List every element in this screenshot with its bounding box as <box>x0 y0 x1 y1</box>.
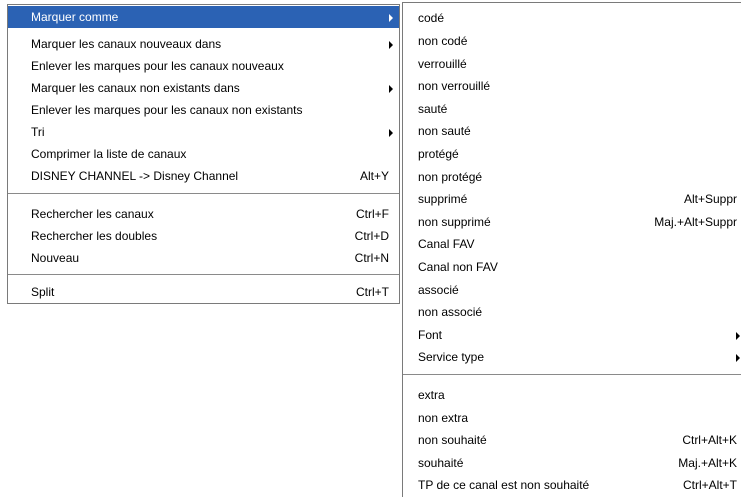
menu-item-label: Marquer comme <box>31 10 119 24</box>
menu-item-label: TP de ce canal est non souhaité <box>418 478 590 492</box>
menu-item-label: Nouveau <box>31 251 80 265</box>
submenu-item-font[interactable]: Font <box>403 324 741 346</box>
menu-item-label: souhaité <box>418 456 464 470</box>
submenu-item-non-protege[interactable]: non protégé <box>403 166 741 188</box>
menu-item-label: non supprimé <box>418 215 491 229</box>
submenu-item-non-supprime[interactable]: non supprimé Maj.+Alt+Suppr <box>403 211 741 233</box>
menu-item-label: Canal non FAV <box>418 260 498 274</box>
menu-item-disney-channel[interactable]: DISNEY CHANNEL -> Disney Channel Alt+Y <box>8 165 399 187</box>
submenu-item-service-type[interactable]: Service type <box>403 346 741 368</box>
shortcut-label: Ctrl+N <box>354 251 389 265</box>
menu-item-label: supprimé <box>418 192 468 206</box>
submenu-item-extra[interactable]: extra <box>403 384 741 406</box>
submenu-item-protege[interactable]: protégé <box>403 143 741 165</box>
submenu-arrow-icon <box>389 41 393 49</box>
menu-item-label: Enlever les marques pour les canaux nouv… <box>31 59 284 73</box>
menu-item-label: DISNEY CHANNEL -> Disney Channel <box>31 169 239 183</box>
menu-item-label: Split <box>31 285 55 299</box>
submenu-item-non-saute[interactable]: non sauté <box>403 120 741 142</box>
submenu-item-associe[interactable]: associé <box>403 279 741 301</box>
menu-item-marquer-comme[interactable]: Marquer comme <box>8 6 399 28</box>
submenu-item-non-souhaite[interactable]: non souhaité Ctrl+Alt+K <box>403 429 741 451</box>
menu-item-label: Service type <box>418 350 485 364</box>
menu-item-label: codé <box>418 11 445 25</box>
menu-item-label: Marquer les canaux non existants dans <box>31 81 240 95</box>
menu-item-nouveau[interactable]: Nouveau Ctrl+N <box>8 247 399 269</box>
menu-item-label: non verrouillé <box>418 79 491 93</box>
shortcut-label: Ctrl+Alt+T <box>682 478 737 492</box>
menu-item-rechercher-doubles[interactable]: Rechercher les doubles Ctrl+D <box>8 225 399 247</box>
menu-item-label: verrouillé <box>418 57 467 71</box>
submenu-arrow-icon <box>736 354 740 362</box>
menu-item-label: protégé <box>418 147 459 161</box>
menu-item-comprimer[interactable]: Comprimer la liste de canaux <box>8 143 399 165</box>
submenu-item-non-extra[interactable]: non extra <box>403 407 741 429</box>
submenu-item-tp-non-souhaite[interactable]: TP de ce canal est non souhaité Ctrl+Alt… <box>403 474 741 496</box>
menu-item-enlever-nouveaux[interactable]: Enlever les marques pour les canaux nouv… <box>8 55 399 77</box>
menu-item-label: Enlever les marques pour les canaux non … <box>31 103 303 117</box>
submenu-item-non-code[interactable]: non codé <box>403 30 741 52</box>
submenu-arrow-icon <box>736 332 740 340</box>
submenu-item-souhaite[interactable]: souhaité Maj.+Alt+K <box>403 452 741 474</box>
menu-item-rechercher-canaux[interactable]: Rechercher les canaux Ctrl+F <box>8 203 399 225</box>
submenu-item-canal-fav[interactable]: Canal FAV <box>403 233 741 255</box>
menu-item-label: Marquer les canaux nouveaux dans <box>31 37 222 51</box>
shortcut-label: Ctrl+T <box>356 285 389 299</box>
menu-item-label: Canal FAV <box>418 237 475 251</box>
menu-item-marquer-non-existants[interactable]: Marquer les canaux non existants dans <box>8 77 399 99</box>
submenu-item-supprime[interactable]: supprimé Alt+Suppr <box>403 188 741 210</box>
menu-item-label: non codé <box>418 34 468 48</box>
shortcut-label: Maj.+Alt+K <box>678 456 737 470</box>
menu-item-label: non associé <box>418 305 483 319</box>
context-menu: Marquer comme Marquer les canaux nouveau… <box>7 4 400 304</box>
menu-item-label: non extra <box>418 411 469 425</box>
menu-item-label: sauté <box>418 102 448 116</box>
submenu-arrow-icon <box>389 129 393 137</box>
menu-separator <box>403 374 741 375</box>
menu-item-label: non sauté <box>418 124 471 138</box>
menu-item-label: Tri <box>31 125 45 139</box>
submenu-arrow-icon <box>389 85 393 93</box>
menu-separator <box>8 193 399 194</box>
menu-item-marquer-nouveaux[interactable]: Marquer les canaux nouveaux dans <box>8 33 399 55</box>
menu-item-label: Rechercher les canaux <box>31 207 154 221</box>
shortcut-label: Alt+Y <box>359 169 389 183</box>
menu-item-tri[interactable]: Tri <box>8 121 399 143</box>
shortcut-label: Maj.+Alt+Suppr <box>654 215 737 229</box>
submenu-arrow-icon <box>389 14 393 22</box>
menu-separator <box>8 274 399 275</box>
shortcut-label: Alt+Suppr <box>683 192 737 206</box>
menu-item-label: non souhaité <box>418 433 487 447</box>
submenu-item-verrouille[interactable]: verrouillé <box>403 53 741 75</box>
submenu-marquer-comme: codé non codé verrouillé non verrouillé … <box>402 2 741 497</box>
submenu-item-canal-non-fav[interactable]: Canal non FAV <box>403 256 741 278</box>
menu-item-label: Rechercher les doubles <box>31 229 158 243</box>
menu-item-label: Font <box>418 328 443 342</box>
shortcut-label: Ctrl+F <box>356 207 389 221</box>
menu-item-label: non protégé <box>418 170 483 184</box>
submenu-item-non-verrouille[interactable]: non verrouillé <box>403 75 741 97</box>
menu-item-label: extra <box>418 388 445 402</box>
menu-item-label: associé <box>418 283 459 297</box>
submenu-item-non-associe[interactable]: non associé <box>403 301 741 323</box>
submenu-item-saute[interactable]: sauté <box>403 98 741 120</box>
menu-item-split[interactable]: Split Ctrl+T <box>8 281 399 303</box>
shortcut-label: Ctrl+D <box>354 229 389 243</box>
menu-item-label: Comprimer la liste de canaux <box>31 147 187 161</box>
menu-item-enlever-non-existants[interactable]: Enlever les marques pour les canaux non … <box>8 99 399 121</box>
submenu-item-code[interactable]: codé <box>403 7 741 29</box>
shortcut-label: Ctrl+Alt+K <box>682 433 737 447</box>
